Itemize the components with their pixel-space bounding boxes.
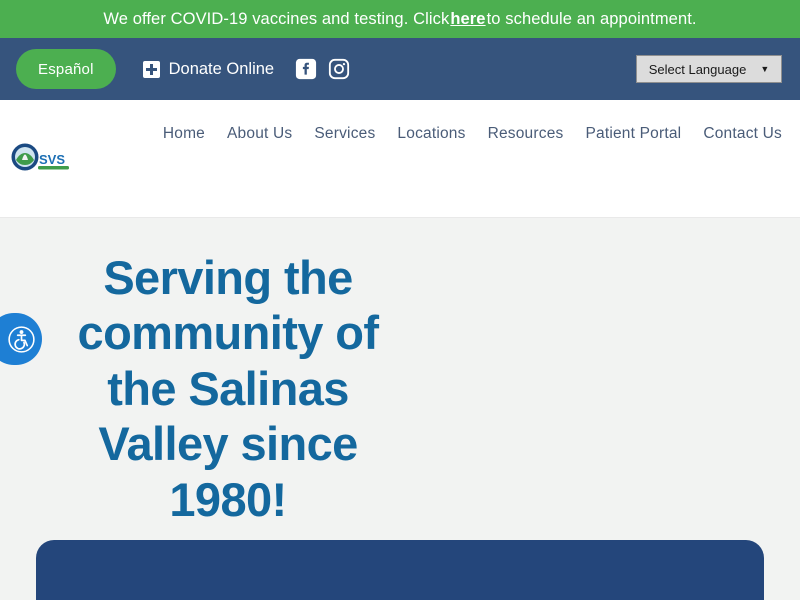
donate-online-link[interactable]: Donate Online <box>142 59 275 79</box>
espanol-button[interactable]: Español <box>16 49 116 89</box>
svg-text:SVS: SVS <box>39 152 65 167</box>
announcement-here-link[interactable]: here <box>449 10 486 29</box>
hero-heading-line: 1980! <box>169 472 287 526</box>
instagram-icon[interactable] <box>328 58 350 80</box>
hero-section: Serving the community of the Salinas Val… <box>0 218 800 600</box>
wheelchair-accessibility-icon <box>8 325 35 353</box>
main-navigation: Home About Us Services Locations Resourc… <box>163 125 800 143</box>
nav-item-contact-us[interactable]: Contact Us <box>703 125 782 143</box>
nav-item-patient-portal[interactable]: Patient Portal <box>585 125 681 143</box>
page-root: We offer COVID-19 vaccines and testing. … <box>0 0 800 600</box>
nav-item-resources[interactable]: Resources <box>488 125 564 143</box>
hero-heading-line: the Salinas <box>107 361 349 415</box>
nav-item-locations[interactable]: Locations <box>397 125 465 143</box>
nav-item-about-us[interactable]: About Us <box>227 125 292 143</box>
announcement-text-after: to schedule an appointment. <box>486 9 697 28</box>
site-header: SVS Home About Us Services Locations Res… <box>0 100 800 218</box>
utility-bar: Español Donate Online Select Language ▼ <box>0 38 800 100</box>
plus-icon <box>142 60 160 78</box>
social-links <box>295 58 350 80</box>
language-select-value: Select Language <box>648 61 747 77</box>
nav-item-services[interactable]: Services <box>314 125 375 143</box>
hero-heading-line: community of <box>77 306 380 360</box>
hero-heading: Serving the community of the Salinas Val… <box>0 250 456 527</box>
donate-online-label: Donate Online <box>168 59 275 78</box>
announcement-text-before: We offer COVID-19 vaccines and testing. … <box>103 9 450 28</box>
language-select-box[interactable]: Select Language ▼ <box>636 55 782 83</box>
hero-heading-line: Serving the <box>103 251 353 304</box>
language-selector[interactable]: Select Language ▼ <box>636 55 782 83</box>
chevron-down-icon: ▼ <box>760 63 770 74</box>
hero-bottom-panel <box>36 540 764 600</box>
nav-item-home[interactable]: Home <box>163 125 205 143</box>
facebook-icon[interactable] <box>295 58 317 80</box>
covid-announcement-banner: We offer COVID-19 vaccines and testing. … <box>0 0 800 38</box>
hero-heading-line: Valley since <box>98 417 358 471</box>
